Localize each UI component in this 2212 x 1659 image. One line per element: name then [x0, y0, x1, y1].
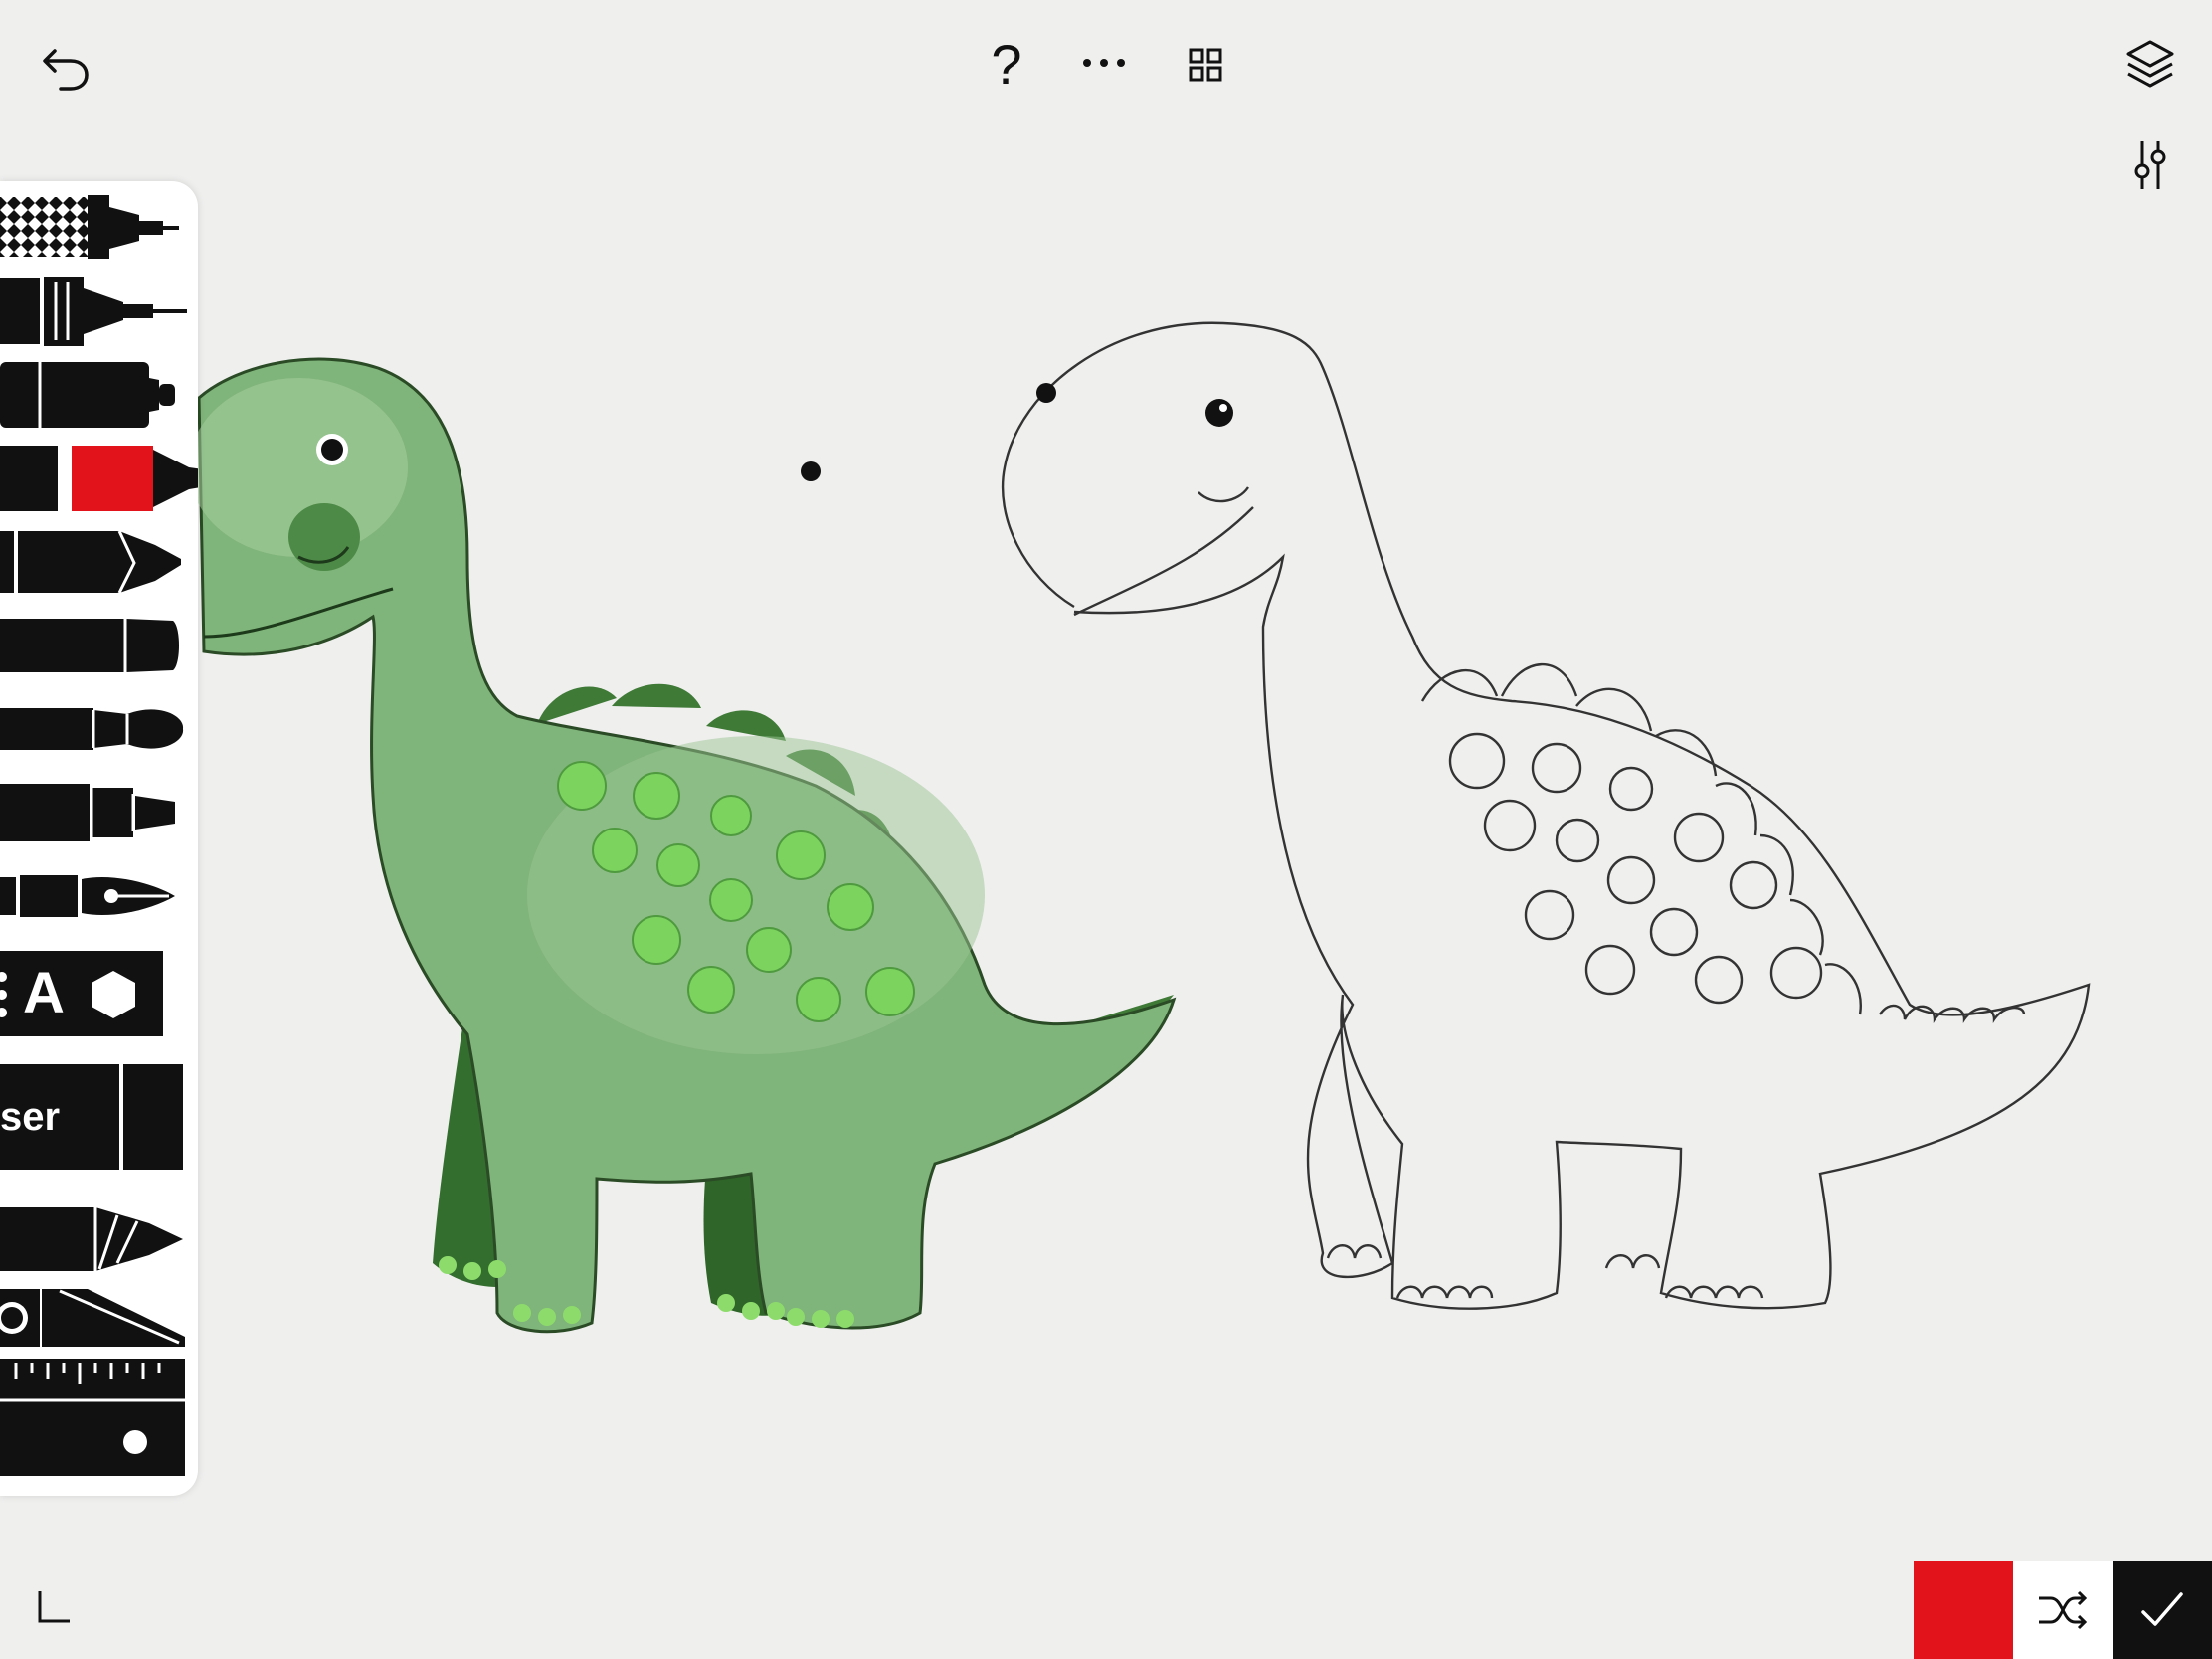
ruler-icon: [0, 1359, 185, 1476]
adjust-button[interactable]: [2128, 137, 2172, 193]
gallery-button[interactable]: [1186, 45, 1225, 85]
more-button[interactable]: [1079, 48, 1129, 78]
tool-crayon[interactable]: [0, 523, 198, 601]
fountain-pen-icon: [0, 875, 175, 917]
tool-eraser[interactable]: ser: [0, 1064, 198, 1170]
tool-watercolor-brush[interactable]: [0, 440, 198, 517]
tool-oil-pastel[interactable]: [0, 607, 198, 684]
current-color-swatch[interactable]: [1914, 1561, 2013, 1659]
tool-fountain-pen[interactable]: [0, 857, 198, 935]
corner-button[interactable]: [32, 1585, 76, 1629]
corner-angle-icon: [38, 1591, 70, 1623]
marker-icon: [0, 362, 175, 428]
stray-dot: [801, 461, 821, 481]
drawing-canvas[interactable]: [0, 0, 2212, 1659]
cutter-icon: [0, 1289, 185, 1347]
tool-text-shape[interactable]: A: [0, 951, 198, 1036]
tool-tray: A ser: [0, 181, 198, 1496]
crayon-icon: [0, 530, 181, 594]
tool-technical-pen[interactable]: [0, 273, 198, 350]
confirm-button[interactable]: [2113, 1561, 2212, 1659]
checkmark-icon: [2141, 1591, 2183, 1626]
tool-cutter[interactable]: [0, 1283, 198, 1353]
oil-pastel-icon: [0, 619, 179, 672]
felt-tip-icon: [0, 784, 175, 841]
shuffle-button[interactable]: [2013, 1561, 2113, 1659]
sketch-dinosaur: [1001, 321, 2091, 1310]
sliders-icon: [2134, 141, 2166, 189]
tool-pencil[interactable]: [0, 1201, 198, 1279]
tool-felt-tip[interactable]: [0, 774, 198, 851]
undo-button[interactable]: [36, 40, 95, 99]
shuffle-icon: [2039, 1590, 2088, 1629]
grid-icon: [1189, 48, 1222, 82]
stray-dot: [1036, 383, 1056, 403]
tool-marker[interactable]: [0, 356, 198, 434]
tool-ruler[interactable]: [0, 1359, 198, 1478]
fineliner-pen-icon: [0, 195, 179, 259]
eraser-label: ser: [0, 1095, 61, 1139]
undo-arrow-icon: [43, 49, 89, 91]
tool-fineliner[interactable]: [0, 189, 198, 267]
text-tool-letter: A: [23, 961, 65, 1025]
more-dots-icon: [1083, 59, 1125, 67]
technical-pen-icon: [0, 276, 187, 346]
paint-brush-icon: [0, 708, 184, 750]
help-button[interactable]: ?: [985, 30, 1028, 99]
tool-paint-brush[interactable]: [0, 690, 198, 768]
watercolor-brush-icon: [0, 446, 198, 511]
painted-dinosaur: [189, 357, 1177, 1334]
layers-icon: [2126, 40, 2174, 88]
layers-button[interactable]: [2122, 36, 2178, 92]
pencil-icon: [0, 1207, 183, 1271]
